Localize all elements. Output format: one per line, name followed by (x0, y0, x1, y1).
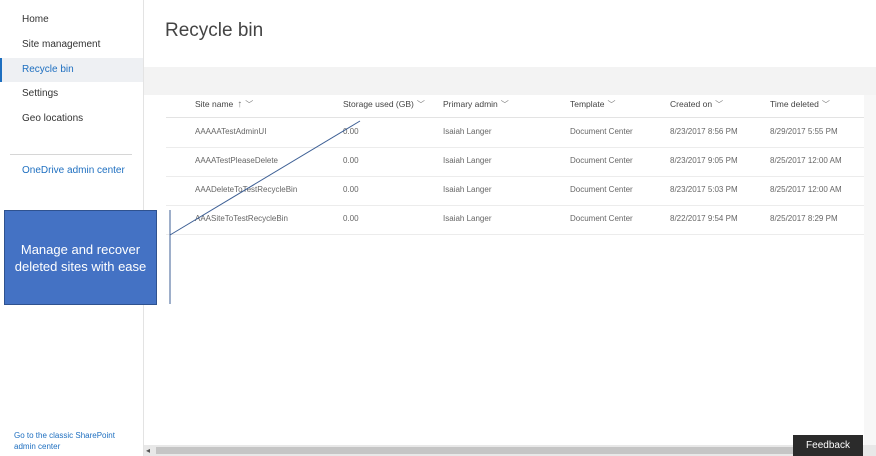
callout-pointer-line (169, 120, 361, 236)
callout-box: Manage and recover deleted sites with ea… (4, 210, 157, 305)
callout-text: Manage and recover deleted sites with ea… (14, 241, 147, 274)
